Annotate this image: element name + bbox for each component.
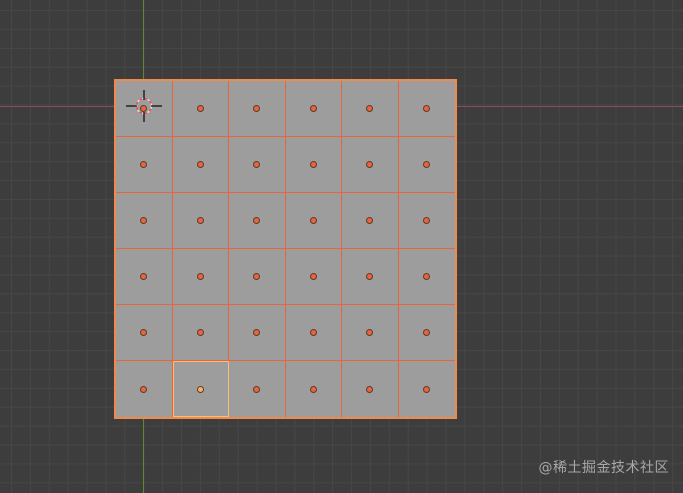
mesh-face[interactable] xyxy=(116,137,173,193)
face-center-dot xyxy=(254,162,260,167)
face-center-dot xyxy=(254,330,260,335)
mesh-face[interactable] xyxy=(285,305,342,361)
mesh-face[interactable] xyxy=(172,193,229,249)
mesh-face[interactable] xyxy=(229,81,286,137)
face-center-dot xyxy=(310,106,316,111)
face-center-dot xyxy=(254,218,260,223)
mesh-face[interactable] xyxy=(172,81,229,137)
face-center-dot xyxy=(424,274,430,279)
face-center-dot xyxy=(141,274,147,279)
mesh-face[interactable] xyxy=(342,81,399,137)
face-center-dot xyxy=(141,386,147,392)
face-center-dot xyxy=(424,386,430,392)
mesh-face[interactable] xyxy=(285,361,342,417)
face-center-dot xyxy=(310,330,316,335)
face-center-dot xyxy=(424,106,430,111)
face-center-dot xyxy=(197,274,203,279)
face-center-dot xyxy=(367,274,373,279)
mesh-face[interactable] xyxy=(342,305,399,361)
face-center-dot xyxy=(310,386,316,392)
mesh-face[interactable] xyxy=(172,361,229,417)
face-center-dot xyxy=(197,386,203,392)
face-center-dot xyxy=(254,386,260,392)
mesh-face[interactable] xyxy=(285,81,342,137)
face-center-dot xyxy=(197,330,203,335)
face-center-dot xyxy=(197,162,203,167)
mesh-face[interactable] xyxy=(342,137,399,193)
face-center-dot xyxy=(310,218,316,223)
mesh-face[interactable] xyxy=(229,361,286,417)
face-center-dot xyxy=(141,218,147,223)
mesh-face[interactable] xyxy=(342,193,399,249)
mesh-face[interactable] xyxy=(229,137,286,193)
mesh-face[interactable] xyxy=(172,137,229,193)
mesh-face[interactable] xyxy=(229,249,286,305)
face-center-dot xyxy=(424,218,430,223)
mesh-face[interactable] xyxy=(398,249,455,305)
plane-mesh[interactable] xyxy=(114,79,457,419)
face-center-dot xyxy=(254,274,260,279)
face-center-dot xyxy=(197,106,203,111)
mesh-face[interactable] xyxy=(229,305,286,361)
mesh-face[interactable] xyxy=(285,249,342,305)
face-center-dot xyxy=(197,218,203,223)
watermark-text: @稀土掘金技术社区 xyxy=(538,460,669,476)
mesh-face[interactable] xyxy=(116,305,173,361)
3d-cursor-icon[interactable] xyxy=(124,88,164,124)
mesh-face[interactable] xyxy=(398,81,455,137)
face-center-dot xyxy=(367,386,373,392)
mesh-face[interactable] xyxy=(342,249,399,305)
mesh-face[interactable] xyxy=(398,137,455,193)
mesh-face[interactable] xyxy=(229,193,286,249)
3d-viewport[interactable]: @稀土掘金技术社区 xyxy=(0,0,683,493)
face-center-dot xyxy=(254,106,260,111)
mesh-face[interactable] xyxy=(398,361,455,417)
mesh-face[interactable] xyxy=(116,361,173,417)
mesh-face[interactable] xyxy=(285,193,342,249)
face-center-dot xyxy=(367,218,373,223)
face-center-dot xyxy=(424,162,430,167)
face-center-dot xyxy=(141,330,147,335)
mesh-face[interactable] xyxy=(398,193,455,249)
mesh-face[interactable] xyxy=(398,305,455,361)
face-center-dot xyxy=(367,106,373,111)
face-center-dot xyxy=(424,330,430,335)
mesh-face[interactable] xyxy=(172,249,229,305)
face-center-dot xyxy=(367,162,373,167)
face-center-dot xyxy=(141,162,147,167)
face-center-dot xyxy=(310,274,316,279)
mesh-face[interactable] xyxy=(285,137,342,193)
mesh-face[interactable] xyxy=(116,249,173,305)
face-center-dot xyxy=(367,330,373,335)
face-center-dot xyxy=(310,162,316,167)
mesh-face[interactable] xyxy=(342,361,399,417)
mesh-face[interactable] xyxy=(116,193,173,249)
mesh-face[interactable] xyxy=(172,305,229,361)
